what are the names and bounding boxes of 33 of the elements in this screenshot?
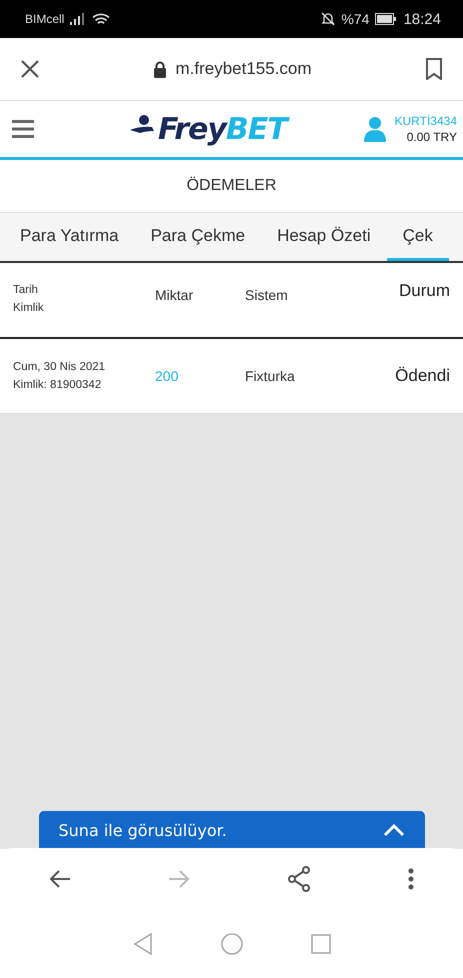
column-header: Tarih Kimlik [13,283,45,316]
url-text[interactable]: m.freybet155.com [175,59,312,79]
share-icon[interactable] [287,866,312,892]
runner-icon [130,114,154,132]
column-header: Sistem [245,286,289,303]
chat-status: Suna ile görusülüyor. [58,820,227,840]
table-cell-text: 200 [155,368,180,384]
back-arrow-icon[interactable] [48,869,71,889]
tab[interactable]: Hesap Özeti [261,213,387,261]
chevron-up-icon[interactable] [382,823,404,837]
page-title: ÖDEMELER [186,177,276,195]
logo[interactable]: FreyBET [158,112,287,146]
column-header: Durum [398,281,451,301]
table-cell-text: Fixturka [245,368,296,384]
balance: 0.00 TRY [406,130,457,144]
column-header: Miktar [155,286,194,303]
battery-icon [375,13,398,25]
tab[interactable]: Para Çekme [134,213,262,261]
table-cell-text: Ödendi [394,366,451,386]
more-options-icon[interactable] [408,868,414,890]
lock-icon [153,60,168,78]
bookmark-icon[interactable] [425,58,443,80]
chat-bar[interactable]: Suna ile görusülüyor. [38,811,424,849]
wifi-icon [92,12,110,26]
menu-icon[interactable] [12,120,34,138]
battery-level: %74 [341,11,370,27]
clock-time: 18:24 [403,10,441,28]
close-icon[interactable] [20,59,40,79]
muted-bell-icon [321,12,336,26]
table-cell-text: Cum, 30 Nis 2021 Kimlik: 81900342 [13,360,106,393]
carrier-name: BIMcell [25,12,64,26]
signal-icon [70,13,86,25]
tab[interactable]: Para Yatırma [4,213,135,261]
